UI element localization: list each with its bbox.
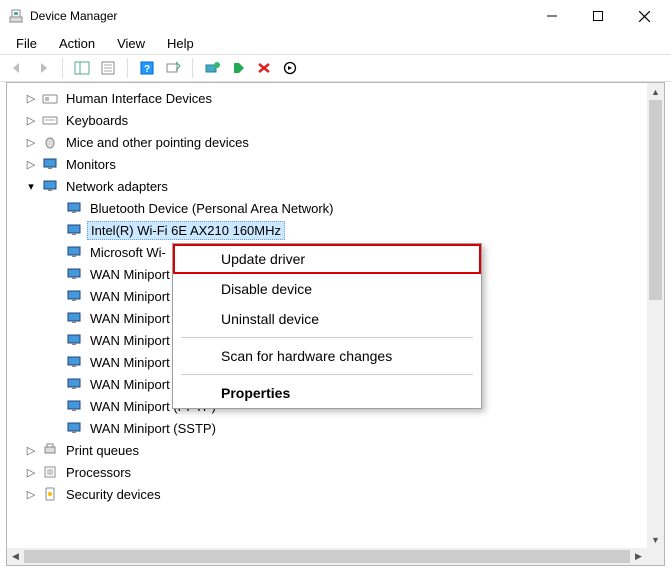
show-hide-console-button[interactable] [71, 57, 93, 79]
adapter-icon [65, 398, 83, 414]
tree-label: WAN Miniport [87, 332, 173, 349]
tree-node-hid[interactable]: ▷ Human Interface Devices [11, 87, 647, 109]
tree-label: Processors [63, 464, 134, 481]
tree-node-security[interactable]: ▷ Security devices [11, 483, 647, 505]
tree-node-wifi-selected[interactable]: Intel(R) Wi-Fi 6E AX210 160MHz [11, 219, 647, 241]
tree-label: Security devices [63, 486, 164, 503]
tree-node-print[interactable]: ▷ Print queues [11, 439, 647, 461]
printer-icon [41, 442, 59, 458]
uninstall-button[interactable] [227, 57, 249, 79]
help-button[interactable]: ? [136, 57, 158, 79]
update-driver-button[interactable] [201, 57, 223, 79]
adapter-icon [65, 266, 83, 282]
tree-node-mice[interactable]: ▷ Mice and other pointing devices [11, 131, 647, 153]
toolbar: ? [0, 54, 671, 82]
tree-label: Network adapters [63, 178, 171, 195]
adapter-icon [65, 376, 83, 392]
ctx-uninstall-device[interactable]: Uninstall device [173, 304, 481, 334]
ctx-separator [181, 374, 473, 375]
ctx-scan-hardware[interactable]: Scan for hardware changes [173, 341, 481, 371]
tree-label: Mice and other pointing devices [63, 134, 252, 151]
expand-icon[interactable]: ▷ [23, 442, 39, 458]
scroll-right-arrow[interactable]: ▶ [630, 548, 647, 565]
tree-node-wan-sstp[interactable]: WAN Miniport (SSTP) [11, 417, 647, 439]
adapter-icon [65, 420, 83, 436]
network-icon [41, 178, 59, 194]
menu-view[interactable]: View [107, 34, 155, 53]
ctx-properties[interactable]: Properties [173, 378, 481, 408]
tree-label: Print queues [63, 442, 142, 459]
menu-file[interactable]: File [6, 34, 47, 53]
expand-icon[interactable]: ▷ [23, 486, 39, 502]
ctx-separator [181, 337, 473, 338]
tree-label: Human Interface Devices [63, 90, 215, 107]
tree-node-keyboards[interactable]: ▷ Keyboards [11, 109, 647, 131]
expand-icon[interactable]: ▷ [23, 90, 39, 106]
tree-node-monitors[interactable]: ▷ Monitors [11, 153, 647, 175]
window-title: Device Manager [30, 9, 529, 23]
back-button[interactable] [6, 57, 28, 79]
expand-icon[interactable]: ▷ [23, 156, 39, 172]
security-icon [41, 486, 59, 502]
hid-icon [41, 90, 59, 106]
tree-node-processors[interactable]: ▷ Processors [11, 461, 647, 483]
tree-label: Keyboards [63, 112, 131, 129]
adapter-icon [65, 222, 83, 238]
adapter-icon [65, 244, 83, 260]
toolbar-separator [127, 58, 128, 78]
tree-label-selected: Intel(R) Wi-Fi 6E AX210 160MHz [87, 221, 285, 240]
scroll-thumb[interactable] [24, 550, 630, 563]
tree-node-network[interactable]: ▾ Network adapters [11, 175, 647, 197]
monitor-icon [41, 156, 59, 172]
menu-action[interactable]: Action [49, 34, 105, 53]
ctx-disable-device[interactable]: Disable device [173, 274, 481, 304]
maximize-button[interactable] [575, 0, 621, 32]
adapter-icon [65, 288, 83, 304]
tree-label: Microsoft Wi- [87, 244, 169, 261]
adapter-icon [65, 310, 83, 326]
tree-label: WAN Miniport [87, 288, 173, 305]
forward-button[interactable] [32, 57, 54, 79]
mouse-icon [41, 134, 59, 150]
processor-icon [41, 464, 59, 480]
menu-help[interactable]: Help [157, 34, 204, 53]
disable-button[interactable] [253, 57, 275, 79]
tree-label: WAN Miniport [87, 310, 173, 327]
tree-node-bluetooth[interactable]: Bluetooth Device (Personal Area Network) [11, 197, 647, 219]
scroll-left-arrow[interactable]: ◀ [7, 548, 24, 565]
tree-label: WAN Miniport (SSTP) [87, 420, 219, 437]
vertical-scrollbar[interactable]: ▲ ▼ [647, 83, 664, 548]
expand-icon[interactable]: ▷ [23, 112, 39, 128]
tree-label: Bluetooth Device (Personal Area Network) [87, 200, 337, 217]
toolbar-separator [192, 58, 193, 78]
scroll-up-arrow[interactable]: ▲ [647, 83, 664, 100]
minimize-button[interactable] [529, 0, 575, 32]
collapse-icon[interactable]: ▾ [23, 178, 39, 194]
enable-button[interactable] [279, 57, 301, 79]
adapter-icon [65, 200, 83, 216]
menu-bar: File Action View Help [0, 32, 671, 54]
expand-icon[interactable]: ▷ [23, 134, 39, 150]
close-button[interactable] [621, 0, 667, 32]
scroll-down-arrow[interactable]: ▼ [647, 531, 664, 548]
properties-button[interactable] [97, 57, 119, 79]
context-menu: Update driver Disable device Uninstall d… [172, 243, 482, 409]
expand-icon[interactable]: ▷ [23, 464, 39, 480]
title-bar: Device Manager [0, 0, 671, 32]
keyboard-icon [41, 112, 59, 128]
adapter-icon [65, 332, 83, 348]
tree-label: WAN Miniport [87, 376, 173, 393]
svg-text:?: ? [144, 64, 150, 75]
ctx-update-driver[interactable]: Update driver [173, 244, 481, 274]
scan-hardware-button[interactable] [162, 57, 184, 79]
tree-label: WAN Miniport [87, 266, 173, 283]
tree-label: Monitors [63, 156, 119, 173]
tree-label: WAN Miniport [87, 354, 173, 371]
adapter-icon [65, 354, 83, 370]
toolbar-separator [62, 58, 63, 78]
horizontal-scrollbar[interactable]: ◀ ▶ [7, 548, 647, 565]
app-icon [8, 8, 24, 24]
scroll-thumb[interactable] [649, 100, 662, 300]
scroll-corner [647, 548, 664, 565]
